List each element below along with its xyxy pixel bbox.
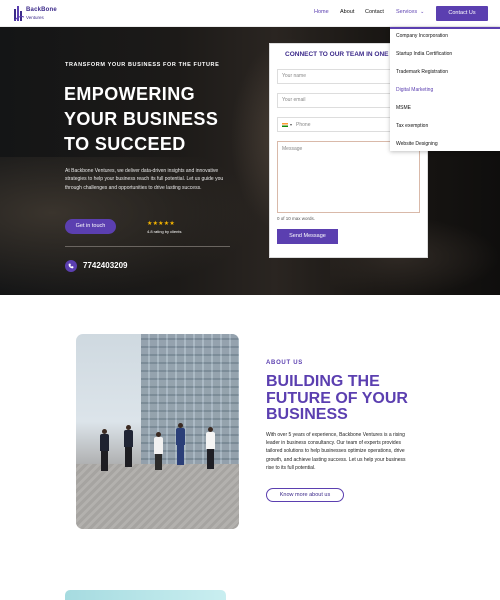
menu-item-company-incorporation[interactable]: Company Incorporation [396,33,448,39]
brand-tagline: Ventures [26,15,44,20]
client-rating: ★★★★★ 4.8 rating by clients [147,220,181,234]
nav-contact[interactable]: Contact [365,9,384,15]
send-message-button[interactable]: Send Message [277,229,338,244]
contact-us-button[interactable]: Contact Us [436,6,488,21]
next-section-image [65,590,226,600]
hero-description: At Backbone Ventures, we deliver data-dr… [65,168,224,191]
phone-icon[interactable] [65,260,77,272]
nav-home[interactable]: Home [314,9,329,15]
person [100,429,109,473]
about-title-line: BUILDING THE [266,373,380,390]
india-flag-icon[interactable] [282,122,288,127]
about-title: BUILDING THE FUTURE OF YOUR BUSINESS [266,373,446,424]
message-field[interactable]: Message [277,141,420,213]
nav-services-label: Services [396,9,418,15]
person [154,432,163,476]
hero-title-line: EMPOWERING [64,84,196,104]
phone-number-link[interactable]: 7742403209 [83,261,128,270]
hero-title: EMPOWERING YOUR BUSINESS TO SUCCEED [64,82,264,157]
brand-name: BackBone [26,7,57,13]
word-count: 0 of 10 max words. [277,216,316,221]
nav-services[interactable]: Services ⌄ [396,9,424,15]
rating-text: 4.8 rating by clients [147,229,182,234]
person [176,423,185,467]
menu-item-website-designing[interactable]: Website Designing [396,141,438,147]
divider [65,246,230,247]
person [124,425,133,469]
about-title-line: FUTURE OF YOUR [266,389,408,407]
hero-title-line: TO SUCCEED [64,134,186,154]
phone-placeholder: Phone [296,122,311,128]
about-description: With over 5 years of experience, Backbon… [266,432,406,471]
about-kicker: ABOUT US [266,360,303,366]
brand-logo[interactable]: BackBone Ventures [14,5,74,23]
hero-title-line: YOUR BUSINESS [64,109,219,129]
form-title: CONNECT TO OUR TEAM IN ONE [285,51,389,58]
menu-item-trademark[interactable]: Trademark Registration [396,69,448,75]
get-in-touch-button[interactable]: Get in touch [65,219,116,234]
chevron-down-icon: ⌄ [420,9,425,15]
star-rating-icon: ★★★★★ [147,221,175,227]
menu-item-startup-india[interactable]: Startup India Certification [396,51,452,57]
caret-down-icon[interactable]: ▾ [290,122,292,127]
site-header: BackBone Ventures Home About Contact Ser… [0,0,500,27]
know-more-button[interactable]: Know more about us [266,488,344,502]
person [206,427,215,471]
team-photo [76,334,239,529]
logo-icon [14,6,24,21]
menu-item-tax-exemption[interactable]: Tax exemption [396,123,428,129]
menu-item-msme[interactable]: MSME [396,105,411,111]
nav-about[interactable]: About [340,9,354,15]
menu-item-digital-marketing[interactable]: Digital Marketing [396,87,433,93]
services-dropdown: Company Incorporation Startup India Cert… [390,27,500,151]
about-title-line: BUSINESS [266,406,348,423]
hero-tagline: TRANSFORM YOUR BUSINESS FOR THE FUTURE [65,62,220,68]
